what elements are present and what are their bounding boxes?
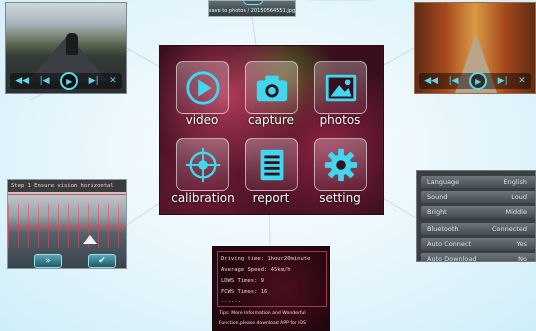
photo-controls: ◀◀ |◀ ▶ ▶| ✕: [419, 72, 531, 90]
settings-row-sound[interactable]: Sound Loud: [421, 191, 535, 203]
setting-value: Loud: [511, 193, 527, 201]
photos-label: photos: [319, 113, 361, 127]
checkmark-icon: ✔: [98, 256, 106, 266]
setting-value: Connected: [491, 225, 527, 233]
settings-row-bright[interactable]: Bright Middle: [421, 206, 535, 218]
setting-button[interactable]: [314, 138, 367, 191]
play-icon[interactable]: ▶: [60, 72, 79, 90]
video-player-preview: ◀◀ |◀ ▶ ▶| ✕: [5, 2, 127, 94]
settings-preview: Language English Sound Loud Bright Middl…: [416, 170, 536, 262]
video-button[interactable]: [176, 61, 229, 114]
settings-row-bluetooth[interactable]: Bluetooth Connected: [421, 223, 535, 235]
video-label: video: [185, 113, 219, 127]
report-line: ......: [221, 298, 241, 304]
play-icon: [185, 70, 220, 105]
setting-value: No: [518, 255, 527, 262]
main-menu: video capture photos calibration report …: [159, 45, 384, 215]
next-icon[interactable]: ▶|: [89, 73, 99, 89]
settings-row-auto-connect[interactable]: Auto Connect Yes: [421, 238, 535, 250]
report-tip: Function,please download APP for IOS: [219, 321, 306, 326]
setting-key: Auto Connect: [427, 240, 472, 248]
photos-button[interactable]: [314, 61, 367, 114]
prev-icon[interactable]: |◀: [449, 73, 459, 89]
toggle-button[interactable]: [243, 1, 263, 5]
center-marker-icon: [83, 235, 97, 244]
report-line: Driving time: 1hour20minute: [221, 256, 311, 262]
close-icon[interactable]: ✕: [109, 73, 117, 89]
next-icon[interactable]: ▶|: [498, 73, 508, 89]
next-step-button[interactable]: »: [34, 254, 62, 268]
prev-icon[interactable]: |◀: [40, 73, 50, 89]
setting-label: setting: [319, 191, 361, 205]
crosshair-icon: [185, 147, 220, 182]
setting-value: Middle: [505, 208, 527, 216]
setting-key: Bluetooth: [427, 225, 459, 233]
calibration-preview: Step 1 Ensure vision horizontal » ✔: [7, 179, 127, 269]
capture-button[interactable]: [245, 61, 298, 114]
report-line: FCWS Times: 16: [221, 289, 268, 295]
close-icon[interactable]: ✕: [518, 73, 526, 89]
setting-value: Yes: [516, 240, 528, 248]
cyclist-figure: [66, 33, 78, 55]
settings-row-language[interactable]: Language English: [421, 176, 535, 188]
confirm-button[interactable]: ✔: [88, 254, 116, 268]
gear-icon: [324, 148, 357, 181]
settings-row-auto-download[interactable]: Auto Download No: [421, 253, 535, 262]
report-line: LDWS Times: 9: [221, 278, 265, 284]
capture-label: capture: [248, 113, 294, 127]
report-preview: Driving time: 1hour20minute Average Spee…: [212, 246, 330, 331]
calibration-instruction: Step 1 Ensure vision horizontal: [8, 180, 126, 192]
save-to-photos-strip: save to photos / 20150564551.jpg: [208, 0, 296, 17]
report-label: report: [252, 191, 290, 205]
calibration-button[interactable]: [176, 138, 229, 191]
report-summary: Driving time: 1hour20minute Average Spee…: [217, 251, 327, 307]
photo-viewer-preview: ◀◀ |◀ ▶ ▶| ✕: [414, 2, 536, 94]
video-controls: ◀◀ |◀ ▶ ▶| ✕: [10, 72, 122, 90]
horizon-guide-line: [8, 194, 126, 195]
double-chevron-right-icon: »: [45, 256, 51, 266]
setting-value: English: [503, 178, 527, 186]
setting-key: Sound: [427, 193, 448, 201]
image-icon: [325, 74, 356, 101]
document-icon: [260, 149, 283, 180]
reference-line: [8, 226, 126, 227]
play-icon[interactable]: ▶: [469, 72, 488, 90]
setting-key: Bright: [427, 208, 447, 216]
camera-icon: [256, 75, 287, 101]
save-caption: save to photos / 20150564551.jpg: [209, 8, 296, 14]
report-tip: Tips: More Information and Wonderful: [219, 311, 306, 316]
setting-key: Language: [427, 178, 460, 186]
rewind-icon[interactable]: ◀◀: [15, 73, 29, 89]
rewind-icon[interactable]: ◀◀: [424, 73, 438, 89]
setting-key: Auto Download: [427, 255, 477, 262]
report-button[interactable]: [245, 138, 298, 191]
report-line: Average Speed: 45km/h: [221, 267, 291, 273]
